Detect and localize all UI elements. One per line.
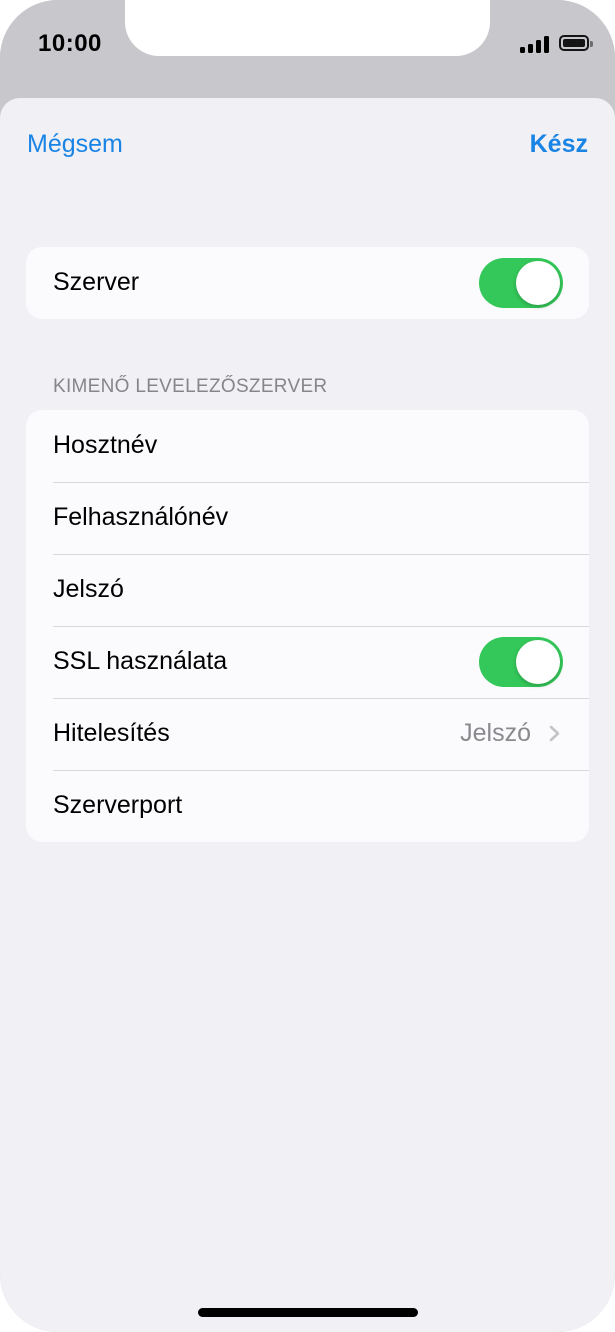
server-row: Szerver bbox=[26, 247, 589, 319]
done-button[interactable]: Kész bbox=[530, 130, 588, 159]
password-row[interactable]: Jelszó bbox=[26, 554, 589, 626]
username-label: Felhasználónév bbox=[53, 503, 229, 531]
username-row[interactable]: Felhasználónév bbox=[26, 482, 589, 554]
status-bar: 10:00 bbox=[0, 0, 615, 98]
server-port-label: Szerverport bbox=[53, 791, 183, 819]
ssl-label: SSL használata bbox=[53, 647, 228, 675]
section-header-outgoing-server: KIMENŐ LEVELEZŐSZERVER bbox=[53, 376, 328, 397]
toggle-knob bbox=[516, 261, 560, 305]
status-time: 10:00 bbox=[38, 30, 102, 57]
password-label: Jelszó bbox=[53, 575, 124, 603]
cancel-button[interactable]: Mégsem bbox=[27, 130, 123, 159]
authentication-row[interactable]: Hitelesítés Jelszó bbox=[26, 698, 589, 770]
hostname-row[interactable]: Hosztnév bbox=[26, 410, 589, 482]
home-indicator[interactable] bbox=[198, 1308, 418, 1317]
battery-icon bbox=[559, 35, 593, 51]
phone-screen: 10:00 Mégsem Kész Szerver KIMENŐ LEVELEZ… bbox=[0, 0, 615, 1332]
chevron-right-icon bbox=[549, 725, 560, 742]
server-port-row[interactable]: Szerverport bbox=[26, 770, 589, 842]
toggle-knob bbox=[516, 640, 560, 684]
server-label: Szerver bbox=[53, 268, 140, 296]
authentication-value: Jelszó bbox=[460, 719, 531, 747]
ssl-toggle[interactable] bbox=[479, 637, 563, 687]
server-toggle[interactable] bbox=[479, 258, 563, 308]
cellular-signal-icon bbox=[520, 35, 550, 53]
notch bbox=[125, 0, 490, 56]
mail-server-settings-sheet: Mégsem Kész Szerver KIMENŐ LEVELEZŐSZERV… bbox=[0, 98, 615, 1332]
authentication-label: Hitelesítés bbox=[53, 719, 170, 747]
server-group: Szerver bbox=[26, 247, 589, 319]
ssl-row: SSL használata bbox=[26, 626, 589, 698]
hostname-label: Hosztnév bbox=[53, 431, 158, 459]
outgoing-server-group: Hosztnév Felhasználónév Jelszó SSL haszn… bbox=[26, 410, 589, 842]
